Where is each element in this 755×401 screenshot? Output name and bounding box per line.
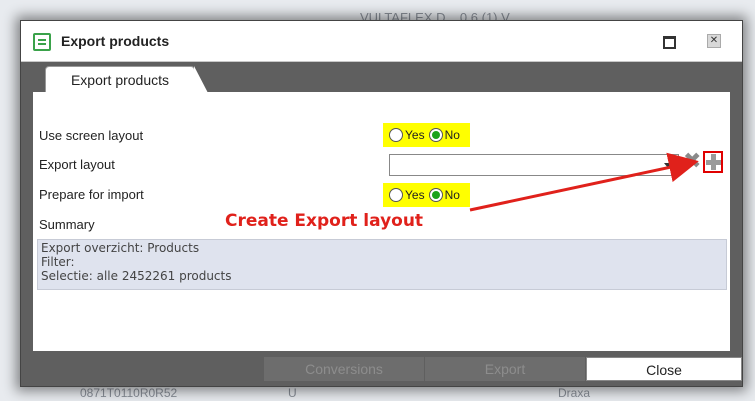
annotation-arrow [469,152,699,212]
